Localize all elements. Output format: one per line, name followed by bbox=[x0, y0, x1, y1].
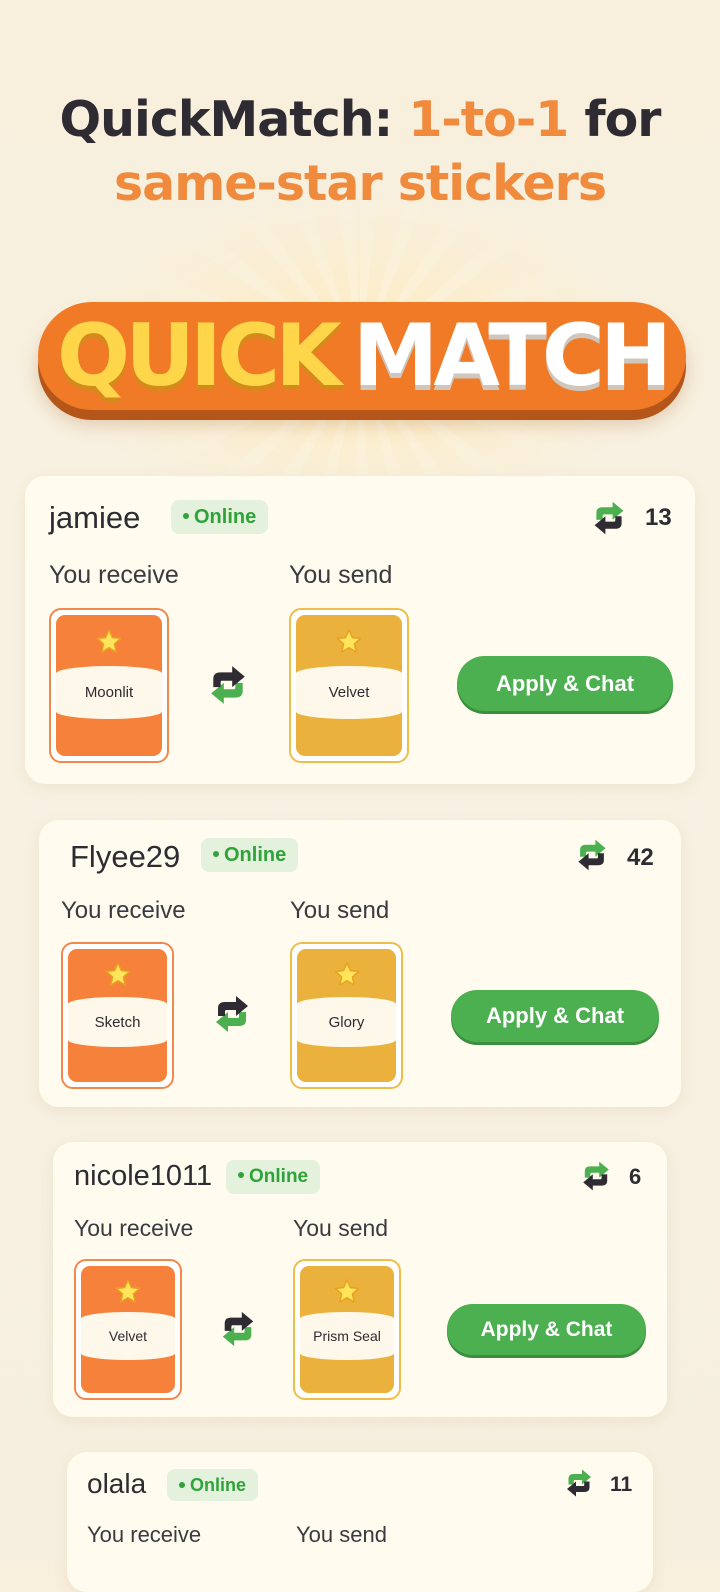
username: nicole1011 bbox=[74, 1160, 213, 1192]
username: jamiee bbox=[49, 500, 141, 535]
send-sticker[interactable]: Glory bbox=[290, 942, 403, 1089]
swap-count: 6 bbox=[629, 1164, 642, 1189]
online-dot-icon bbox=[213, 851, 219, 858]
sticker-name: Prism Seal bbox=[300, 1311, 394, 1360]
send-sticker[interactable]: Velvet bbox=[289, 608, 409, 763]
quickmatch-logo: QUICK MATCH bbox=[38, 302, 686, 410]
send-label: You send bbox=[289, 561, 393, 589]
star-badge-icon bbox=[334, 962, 360, 988]
online-badge: Online bbox=[201, 838, 299, 872]
swap-arrows-icon bbox=[564, 1468, 594, 1498]
username: Flyee29 bbox=[70, 839, 181, 874]
receive-sticker[interactable]: Moonlit bbox=[49, 608, 169, 763]
receive-sticker[interactable]: Velvet bbox=[74, 1259, 182, 1400]
swap-arrows-icon bbox=[219, 1308, 257, 1350]
username: olala bbox=[87, 1468, 147, 1499]
match-card: nicole1011 Online 6 You receive You send… bbox=[53, 1142, 667, 1417]
apply-chat-button[interactable]: Apply & Chat bbox=[457, 656, 673, 711]
swap-arrows-icon bbox=[580, 1160, 612, 1192]
star-badge-icon bbox=[96, 629, 122, 655]
send-label: You send bbox=[290, 897, 390, 924]
receive-label: You receive bbox=[74, 1215, 194, 1241]
swap-count: 13 bbox=[645, 504, 672, 531]
sticker-name: Sketch bbox=[68, 996, 167, 1048]
sticker-name: Velvet bbox=[81, 1311, 175, 1360]
headline-part3: for bbox=[568, 91, 661, 148]
headline-part2: 1-to-1 bbox=[408, 91, 569, 148]
sticker-name: Glory bbox=[297, 996, 396, 1048]
receive-label: You receive bbox=[61, 897, 186, 924]
headline-part1: QuickMatch: bbox=[59, 91, 409, 148]
online-dot-icon bbox=[179, 1481, 185, 1488]
sticker-name: Velvet bbox=[296, 665, 402, 720]
page-headline: QuickMatch: 1-to-1 for same-star sticker… bbox=[0, 88, 720, 216]
swap-arrows-icon bbox=[591, 500, 627, 536]
star-badge-icon bbox=[105, 962, 131, 988]
apply-chat-button[interactable]: Apply & Chat bbox=[447, 1304, 646, 1355]
match-card: olala Online 11 You receive You send bbox=[67, 1452, 653, 1592]
send-label: You send bbox=[293, 1215, 389, 1241]
receive-sticker[interactable]: Sketch bbox=[61, 942, 174, 1089]
sticker-name: Moonlit bbox=[56, 665, 162, 720]
headline-line2: same-star stickers bbox=[113, 155, 607, 212]
send-label: You send bbox=[296, 1522, 387, 1547]
send-sticker[interactable]: Prism Seal bbox=[293, 1259, 401, 1400]
swap-arrows-icon bbox=[212, 992, 252, 1036]
match-card: jamiee Online 13 You receive You send Mo… bbox=[25, 476, 695, 784]
receive-label: You receive bbox=[87, 1522, 202, 1547]
swap-arrows-icon bbox=[575, 838, 609, 872]
star-badge-icon bbox=[334, 1279, 360, 1305]
online-dot-icon bbox=[183, 513, 189, 520]
swap-count: 11 bbox=[610, 1473, 633, 1496]
logo-word-match: MATCH bbox=[352, 306, 672, 406]
swap-count: 42 bbox=[627, 844, 654, 871]
swap-arrows-icon bbox=[207, 662, 249, 708]
match-card: Flyee29 Online 42 You receive You send S… bbox=[39, 820, 681, 1107]
star-badge-icon bbox=[115, 1279, 141, 1305]
logo-word-quick: QUICK bbox=[57, 306, 342, 406]
receive-label: You receive bbox=[49, 561, 179, 589]
online-badge: Online bbox=[167, 1469, 259, 1501]
online-badge: Online bbox=[226, 1160, 321, 1194]
star-badge-icon bbox=[336, 629, 362, 655]
apply-chat-button[interactable]: Apply & Chat bbox=[451, 990, 659, 1042]
online-badge: Online bbox=[171, 500, 269, 534]
online-dot-icon bbox=[238, 1172, 244, 1179]
